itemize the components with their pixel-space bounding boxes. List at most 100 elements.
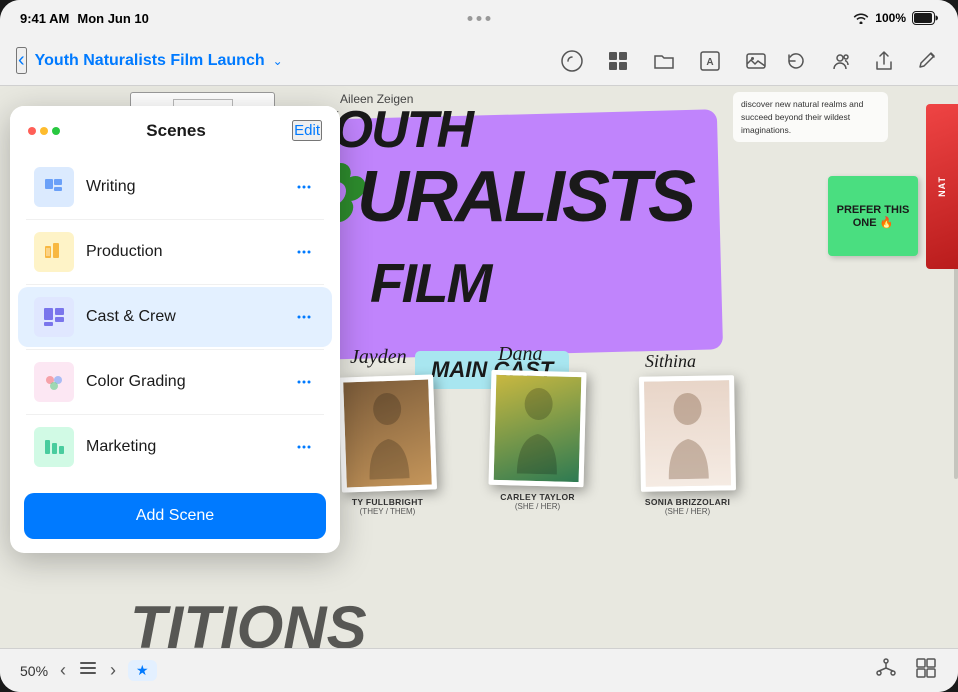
nav-next-button[interactable]: › — [110, 660, 116, 681]
pencil-tool-button[interactable] — [558, 47, 586, 75]
scene-item-writing[interactable]: Writing — [18, 157, 332, 217]
folder-tool-button[interactable] — [650, 47, 678, 75]
cast-info-2: CARLEY TAYLOR (SHE / HER) — [490, 492, 585, 511]
title-film: FILM — [370, 251, 490, 315]
cast-name-3: SONIA BRIZZOLARI — [640, 497, 735, 507]
scene-thumb-marketing — [34, 427, 74, 467]
scene-panel-title: Scenes — [146, 121, 206, 141]
scene-thumb-writing — [34, 167, 74, 207]
text-tool-button[interactable]: A — [696, 47, 724, 75]
back-button[interactable]: ‹ — [16, 47, 27, 74]
scene-name-production: Production — [86, 243, 280, 261]
scene-item-marketing[interactable]: Marketing — [18, 417, 332, 477]
cast-photo-2: Dana CARLEY TAYLOR (SHE / HER) — [490, 371, 585, 511]
uralists-text: URALISTS — [357, 157, 693, 237]
scene-item-color-grading[interactable]: Color Grading — [18, 352, 332, 412]
grid-tool-button[interactable] — [604, 47, 632, 75]
wifi-icon — [853, 12, 869, 24]
status-bar-right: 100% — [853, 11, 938, 25]
cast-info-3: SONIA BRIZZOLARI (SHE / HER) — [640, 497, 735, 516]
ipad-frame: 9:41 AM Mon Jun 10 100% ‹ — [0, 0, 958, 692]
collab-tool-button[interactable] — [826, 47, 854, 75]
photo-frame-1 — [338, 374, 437, 492]
photo-content-3 — [644, 380, 731, 486]
sticky-note: PREFER THIS ONE 🔥 — [828, 176, 918, 256]
share-tool-button[interactable] — [870, 47, 898, 75]
list-view-icon[interactable] — [78, 658, 98, 683]
battery-label: 100% — [875, 11, 906, 25]
toolbar-right — [782, 47, 942, 75]
status-time: 9:41 AM — [20, 11, 69, 26]
sticky-note-text: PREFER THIS ONE 🔥 — [836, 204, 910, 229]
canvas-scrollbar[interactable] — [954, 255, 958, 480]
toolbar-left: ‹ Youth Naturalists Film Launch ⌄ — [16, 47, 546, 74]
status-bar-left: 9:41 AM Mon Jun 10 — [20, 11, 149, 26]
bottom-toolbar-left: 50% ‹ › ★ — [20, 658, 157, 683]
description-card: discover new natural realms and succeed … — [733, 92, 888, 142]
edit-tool-button[interactable] — [914, 47, 942, 75]
signature-1: Jayden — [350, 346, 407, 369]
svg-text:A: A — [706, 57, 713, 68]
photo-frame-2 — [489, 370, 587, 487]
scene-item-production[interactable]: Production — [18, 222, 332, 282]
divider-3 — [26, 349, 324, 350]
cast-info-1: TY FULLBRIGHT (THEY / THEM) — [340, 497, 435, 516]
battery-icon — [912, 11, 938, 25]
auditions-partial: TITIONS — [130, 594, 367, 648]
cast-pronouns-3: (SHE / HER) — [640, 507, 735, 516]
signature-3: Sithina — [645, 351, 696, 372]
cast-photo-3: Sithina SONIA BRIZZOLARI (SHE / HER) — [640, 376, 735, 516]
window-dot-red[interactable] — [28, 127, 36, 135]
layout-view-button[interactable] — [914, 656, 938, 685]
divider-4 — [26, 414, 324, 415]
right-card-text: NAT — [937, 176, 947, 197]
scene-more-grading[interactable] — [292, 370, 316, 394]
window-dot-yellow[interactable] — [40, 127, 48, 135]
auditions-text: TITIONS — [130, 593, 367, 648]
zoom-level: 50% — [20, 663, 48, 679]
main-canvas-area[interactable]: Aileen Zeigen 👁 PORTALGRAPHICS CAMERA: M… — [0, 86, 958, 648]
status-bar: 9:41 AM Mon Jun 10 100% — [0, 0, 958, 36]
tree-view-button[interactable] — [874, 656, 898, 685]
scene-thumb-production — [34, 232, 74, 272]
image-tool-button[interactable] — [742, 47, 770, 75]
scene-name-cast-crew: Cast & Crew — [86, 308, 280, 326]
history-tool-button[interactable] — [782, 47, 810, 75]
scene-list: Writing — [10, 151, 340, 483]
status-date: Mon Jun 10 — [77, 11, 149, 26]
scene-item-cast-crew[interactable]: Cast & Crew — [18, 287, 332, 347]
signature-2: Dana — [498, 343, 542, 366]
window-dot-green[interactable] — [52, 127, 60, 135]
add-scene-button[interactable]: Add Scene — [24, 493, 326, 539]
title-chevron-icon[interactable]: ⌄ — [273, 54, 283, 68]
bottom-toolbar: 50% ‹ › ★ — [0, 648, 958, 692]
scene-name-marketing: Marketing — [86, 438, 280, 456]
status-dot-1 — [468, 16, 473, 21]
status-dot-2 — [477, 16, 482, 21]
scene-thumb-grading — [34, 362, 74, 402]
nav-prev-button[interactable]: ‹ — [60, 660, 66, 681]
starred-badge[interactable]: ★ — [128, 660, 157, 681]
divider-1 — [26, 219, 324, 220]
scene-edit-button[interactable]: Edit — [292, 120, 322, 141]
star-icon: ★ — [136, 662, 149, 679]
scene-more-cast[interactable] — [292, 305, 316, 329]
cast-photo-1: Jayden TY FULLBRIGHT (THEY / THEM) — [340, 376, 435, 516]
divider-2 — [26, 284, 324, 285]
cast-pronouns-1: (THEY / THEM) — [340, 507, 435, 516]
status-bar-center — [468, 16, 491, 21]
photo-content-2 — [494, 375, 582, 482]
scene-thumb-cast — [34, 297, 74, 337]
cast-name-2: CARLEY TAYLOR — [490, 492, 585, 502]
window-controls — [28, 127, 60, 135]
scene-more-writing[interactable] — [292, 175, 316, 199]
cast-name-1: TY FULLBRIGHT — [340, 497, 435, 507]
scene-panel-header: Scenes Edit — [10, 106, 340, 151]
document-title[interactable]: Youth Naturalists Film Launch — [35, 52, 265, 70]
scene-more-marketing[interactable] — [292, 435, 316, 459]
scene-name-writing: Writing — [86, 178, 280, 196]
scene-panel: Scenes Edit Writing — [10, 106, 340, 553]
scene-more-production[interactable] — [292, 240, 316, 264]
toolbar: ‹ Youth Naturalists Film Launch ⌄ — [0, 36, 958, 86]
photo-frame-3 — [639, 375, 736, 492]
